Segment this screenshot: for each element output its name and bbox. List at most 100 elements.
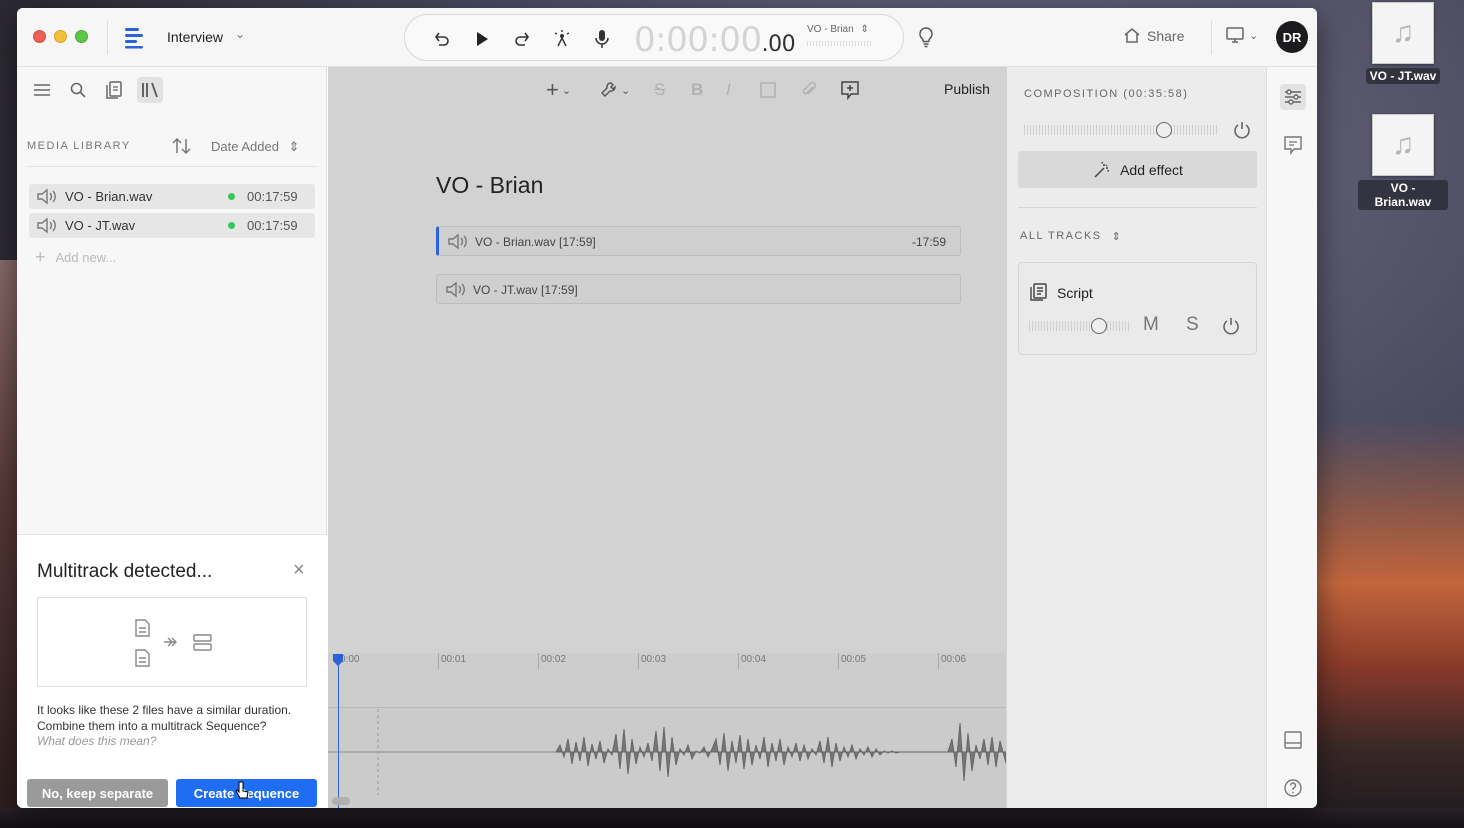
track-volume-track[interactable] xyxy=(1029,321,1129,331)
add-new-button[interactable]: + Add new... xyxy=(35,247,116,268)
power-icon[interactable] xyxy=(1221,316,1241,336)
publish-button[interactable]: Publish xyxy=(944,81,990,97)
display-menu-button[interactable]: ⌄ xyxy=(1225,26,1258,44)
minimize-window-button[interactable] xyxy=(54,30,67,43)
speaker-icon xyxy=(448,233,467,250)
ruler-tick: 00:02 xyxy=(538,653,566,669)
bold-button[interactable]: B xyxy=(691,79,703,101)
comment-add-button[interactable] xyxy=(840,79,860,101)
tools-button[interactable]: ⌄ xyxy=(600,79,630,101)
level-meter xyxy=(807,41,871,46)
ruler-tick: 00:05 xyxy=(838,653,866,669)
home-icon xyxy=(1124,28,1140,43)
media-item-name: VO - JT.wav xyxy=(65,218,136,233)
overdub-button[interactable] xyxy=(551,28,573,50)
left-toolbar xyxy=(29,77,163,103)
playhead-line xyxy=(338,659,339,808)
track-card-script: Script M S xyxy=(1018,262,1257,355)
strikethrough-icon: S xyxy=(654,80,666,99)
all-tracks-dropdown[interactable]: ALL TRACKS ⇕ xyxy=(1020,230,1122,243)
timeline[interactable]: 0:00 00:01 00:02 00:03 00:04 00:05 00:06 xyxy=(328,653,1006,808)
search-icon xyxy=(70,82,86,98)
question-icon xyxy=(1284,779,1302,797)
lightbulb-button[interactable] xyxy=(917,26,935,53)
desktop-file-label: VO - Brian.wav xyxy=(1358,180,1448,210)
media-item-brian[interactable]: VO - Brian.wav 00:17:59 xyxy=(29,184,315,209)
clip-brian[interactable]: VO - Brian.wav [17:59] -17:59 xyxy=(436,226,961,256)
comment-add-icon xyxy=(841,81,859,100)
insert-button[interactable]: + ⌄ xyxy=(546,77,571,102)
composition-volume-track[interactable] xyxy=(1024,125,1219,135)
track-name: Script xyxy=(1057,285,1093,301)
library-button[interactable] xyxy=(137,77,163,103)
media-item-jt[interactable]: VO - JT.wav 00:17:59 xyxy=(29,213,315,238)
add-effect-button[interactable]: Add effect xyxy=(1018,151,1257,188)
help-button[interactable] xyxy=(1280,775,1306,801)
script-icon xyxy=(1030,283,1047,301)
desktop-file-brian[interactable]: ♫ VO - Brian.wav xyxy=(1358,114,1448,211)
speaker-icon xyxy=(37,188,56,205)
status-dot xyxy=(228,193,235,200)
bold-icon: B xyxy=(691,80,704,99)
attach-button[interactable] xyxy=(800,79,818,101)
close-icon[interactable]: × xyxy=(293,560,305,580)
track-selector[interactable]: VO - Brian ⇕ xyxy=(807,24,869,35)
hamburger-icon xyxy=(34,84,50,96)
zoom-window-button[interactable] xyxy=(75,30,88,43)
close-window-button[interactable] xyxy=(33,30,46,43)
solo-button[interactable]: S xyxy=(1186,314,1199,336)
skip-forward-button[interactable] xyxy=(511,28,533,50)
keep-separate-button[interactable]: No, keep separate xyxy=(27,779,168,807)
desktop-file-label: VO - JT.wav xyxy=(1365,68,1441,84)
user-avatar[interactable]: DR xyxy=(1276,21,1308,53)
composition-volume-knob[interactable] xyxy=(1156,122,1172,138)
skip-back-button[interactable] xyxy=(431,28,453,50)
divider xyxy=(1211,20,1212,54)
timecode-main: 0:00:00 xyxy=(634,20,762,60)
add-effect-label: Add effect xyxy=(1120,161,1183,178)
chevron-down-icon: ⌄ xyxy=(1249,29,1259,42)
chevron-down-icon[interactable]: ⌄ xyxy=(235,27,245,41)
waveform[interactable] xyxy=(328,709,1006,795)
sort-dropdown[interactable]: Date Added ⇕ xyxy=(211,139,299,155)
editor-area: + ⌄ ⌄ S B I Publish VO - Brian VO - Bria… xyxy=(328,67,1006,808)
multitrack-illustration xyxy=(37,597,307,687)
music-note-icon: ♫ xyxy=(1372,114,1434,176)
search-button[interactable] xyxy=(65,77,91,103)
clip-name: VO - JT.wav [17:59] xyxy=(473,283,578,297)
menu-button[interactable] xyxy=(29,77,55,103)
divider xyxy=(1018,207,1257,208)
document-title[interactable]: VO - Brian xyxy=(436,172,543,199)
comments-button[interactable] xyxy=(1280,132,1306,158)
desktop-wallpaper-right xyxy=(1317,420,1464,828)
properties-button[interactable] xyxy=(1280,84,1306,110)
sort-icon[interactable] xyxy=(171,137,193,155)
play-button[interactable] xyxy=(471,28,493,50)
documents-button[interactable] xyxy=(101,77,127,103)
share-button[interactable]: Share xyxy=(1123,27,1184,44)
all-tracks-label: ALL TRACKS xyxy=(1020,230,1102,242)
project-title[interactable]: Interview xyxy=(167,29,223,45)
box-button[interactable] xyxy=(759,79,777,101)
track-volume-knob[interactable] xyxy=(1091,318,1107,334)
desktop-file-jt[interactable]: ♫ VO - JT.wav xyxy=(1358,2,1448,85)
timeline-scrollbar[interactable] xyxy=(332,797,350,805)
timeline-ruler[interactable]: 0:00 00:01 00:02 00:03 00:04 00:05 00:06 xyxy=(328,653,1006,708)
chevron-down-icon: ⌄ xyxy=(621,84,631,97)
plus-icon: + xyxy=(546,77,559,102)
media-item-name: VO - Brian.wav xyxy=(65,189,153,204)
power-icon[interactable] xyxy=(1232,120,1252,140)
panel-bottom-icon xyxy=(1284,731,1302,749)
status-dot xyxy=(228,222,235,229)
italic-button[interactable]: I xyxy=(726,79,731,101)
toggle-timeline-button[interactable] xyxy=(1280,727,1306,753)
playhead-handle[interactable] xyxy=(332,653,344,667)
clip-jt[interactable]: VO - JT.wav [17:59] xyxy=(436,274,961,304)
record-button[interactable] xyxy=(591,28,613,50)
mute-button[interactable]: M xyxy=(1143,314,1159,336)
strikethrough-button[interactable]: S xyxy=(654,79,665,101)
app-logo-icon[interactable] xyxy=(123,25,145,49)
right-rail xyxy=(1266,67,1317,808)
comment-icon xyxy=(1284,136,1302,155)
help-link[interactable]: What does this mean? xyxy=(37,734,156,748)
